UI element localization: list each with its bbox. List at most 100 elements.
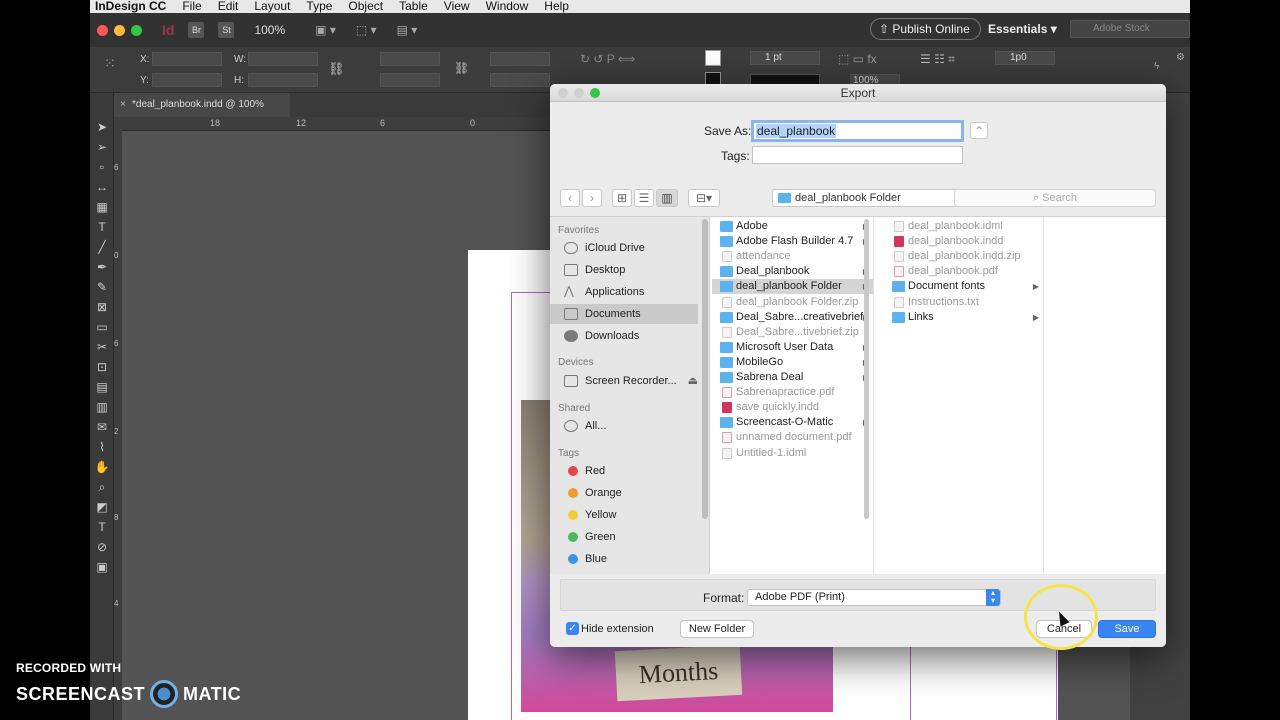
menu-layout[interactable]: Layout [246,0,298,13]
direct-selection-tool-icon[interactable]: ➢ [90,137,114,157]
file-row[interactable]: Sabrenapractice.pdf [712,385,873,400]
icon-view-icon[interactable]: ⊞ [612,189,632,207]
scale-x-field[interactable] [380,52,440,66]
shear-field[interactable] [490,73,550,87]
save-button[interactable]: Save [1098,620,1156,638]
sidebar-item-icloud[interactable]: iCloud Drive [558,238,698,258]
lightning-icon[interactable]: ϟ [1154,61,1159,72]
gutter-field[interactable]: 1p0 [995,51,1055,65]
free-transform-tool-icon[interactable]: ⊡ [90,357,114,377]
sidebar-item-applications[interactable]: ⋀ Applications [558,282,698,302]
list-view-icon[interactable]: ☰ [634,189,654,207]
stock-icon[interactable]: St [218,22,235,38]
menu-file[interactable]: File [174,0,209,13]
screen-mode-tool-icon[interactable]: ▣ [90,557,114,577]
x-field[interactable] [152,52,222,66]
scale-y-field[interactable] [380,73,440,87]
view-options-icon[interactable]: ▣ ▾ [315,23,336,37]
menu-type[interactable]: Type [298,0,340,13]
hide-extension-checkbox[interactable]: ✓ [566,622,579,635]
pen-tool-icon[interactable]: ✒ [90,257,114,277]
folder-row[interactable]: Document fonts ▶ [884,279,1043,294]
note-tool-icon[interactable]: ✉ [90,417,114,437]
file-row[interactable]: deal_planbook.indd [884,234,1043,249]
sidebar-item-downloads[interactable]: Downloads [558,326,698,346]
folder-row[interactable]: deal_planbook Folder▶ [712,279,873,295]
file-row[interactable]: attendance [712,249,873,264]
new-folder-button[interactable]: New Folder [680,620,754,638]
file-row[interactable]: Deal_Sabre...tivebrief.zip [712,325,873,340]
folder-row[interactable]: Adobe▶ [712,219,873,234]
sidebar-scrollbar[interactable] [702,219,708,519]
publish-online-button[interactable]: ⇧ Publish Online [870,18,981,40]
dialog-close-icon[interactable] [558,88,568,98]
folder-row[interactable]: MobileGo▶ [712,355,873,370]
y-field[interactable] [152,73,222,87]
content-collector-icon[interactable]: ▦ [90,197,114,217]
rectangle-tool-icon[interactable]: ▭ [90,317,114,337]
close-window-icon[interactable] [97,24,108,36]
rotate-icons[interactable]: ↻ ↺ P ⟺ [580,52,635,66]
forward-icon[interactable]: › [582,189,602,207]
location-popup[interactable]: deal_planbook Folder ⬍ [772,189,972,207]
file-row[interactable]: deal_planbook.idml [884,219,1043,234]
sidebar-tag-yellow[interactable]: Yellow [558,505,698,525]
link-scale-icon[interactable]: ⛓ [454,61,469,75]
column-scrollbar[interactable] [864,219,869,519]
height-field[interactable] [248,73,318,87]
eject-icon[interactable]: ⏏ [688,371,698,391]
reference-point-icon[interactable]: ⁙ [104,55,116,72]
folder-row[interactable]: Links ▶ [884,310,1043,325]
sidebar-item-documents[interactable]: Documents [550,304,698,324]
workspace-switcher[interactable]: Essentials ▾ [988,22,1057,36]
folder-row[interactable]: Microsoft User Data▶ [712,340,873,355]
frame-fitting-icons[interactable]: ⬚ ▭ fx [838,52,877,66]
gap-tool-icon[interactable]: ↔ [90,177,114,197]
formatting-icon[interactable]: T [90,517,114,537]
sidebar-item-screen-recorder[interactable]: Screen Recorder... ⏏ [558,371,698,391]
sidebar-item-shared-all[interactable]: All... [558,416,698,436]
sidebar-item-desktop[interactable]: Desktop [558,260,698,280]
screen-mode-icon[interactable]: ⬚ ▾ [356,23,377,37]
menu-view[interactable]: View [436,0,478,13]
arrange-documents-icon[interactable]: ▤ ▾ [397,23,418,37]
constrain-proportions-icon[interactable]: ⛓ [328,61,345,77]
menu-table[interactable]: Table [391,0,436,13]
apply-none-icon[interactable]: ⊘ [90,537,114,557]
file-row[interactable]: deal_planbook Folder.zip [712,295,873,310]
fill-stroke-icon[interactable]: ◩ [90,497,114,517]
sidebar-tag-red[interactable]: Red [558,461,698,481]
column-view-icon[interactable]: ▥ [656,189,678,207]
file-row[interactable]: unnamed document.pdf [712,430,873,445]
gallery-view-icon[interactable]: ⊟▾ [688,189,720,207]
zoom-window-icon[interactable] [131,24,142,36]
bridge-icon[interactable]: Br [188,22,205,38]
file-row[interactable]: Untitled-1.idml [712,446,873,461]
folder-row[interactable]: Adobe Flash Builder 4.7▶ [712,234,873,249]
file-row[interactable]: deal_planbook.indd.zip [884,249,1043,264]
dialog-zoom-icon[interactable] [590,88,600,98]
gradient-swatch-tool-icon[interactable]: ▤ [90,377,114,397]
pencil-tool-icon[interactable]: ✎ [90,277,114,297]
format-popup[interactable]: Adobe PDF (Print) ▴ ▾ [747,589,1001,606]
panel-menu-icon[interactable]: ⚙ [1176,52,1185,63]
file-row[interactable]: Instructions.txt [884,295,1043,310]
expand-dialog-icon[interactable]: ⌃ [970,122,988,139]
menu-object[interactable]: Object [340,0,391,13]
folder-row[interactable]: Deal_planbook▶ [712,264,873,279]
menu-help[interactable]: Help [536,0,577,13]
folder-row[interactable]: Screencast-O-Matic▶ [712,415,873,430]
hand-tool-icon[interactable]: ✋ [90,457,114,477]
line-tool-icon[interactable]: ╱ [90,237,114,257]
search-field[interactable]: ⌕ Search [954,189,1156,207]
tags-field[interactable] [752,146,963,164]
folder-row[interactable]: Sabrena Deal▶ [712,370,873,385]
back-icon[interactable]: ‹ [560,189,580,207]
sidebar-tag-blue[interactable]: Blue [558,549,698,569]
menu-app-name[interactable]: InDesign CC [90,0,174,13]
type-tool-icon[interactable]: T [90,217,114,237]
dialog-minimize-icon[interactable] [574,88,584,98]
alignment-icons[interactable]: ☰ ☷ ⌗ [920,52,955,67]
zoom-tool-icon[interactable]: ⌕ [90,477,114,497]
file-row[interactable]: save quickly.indd [712,400,873,415]
